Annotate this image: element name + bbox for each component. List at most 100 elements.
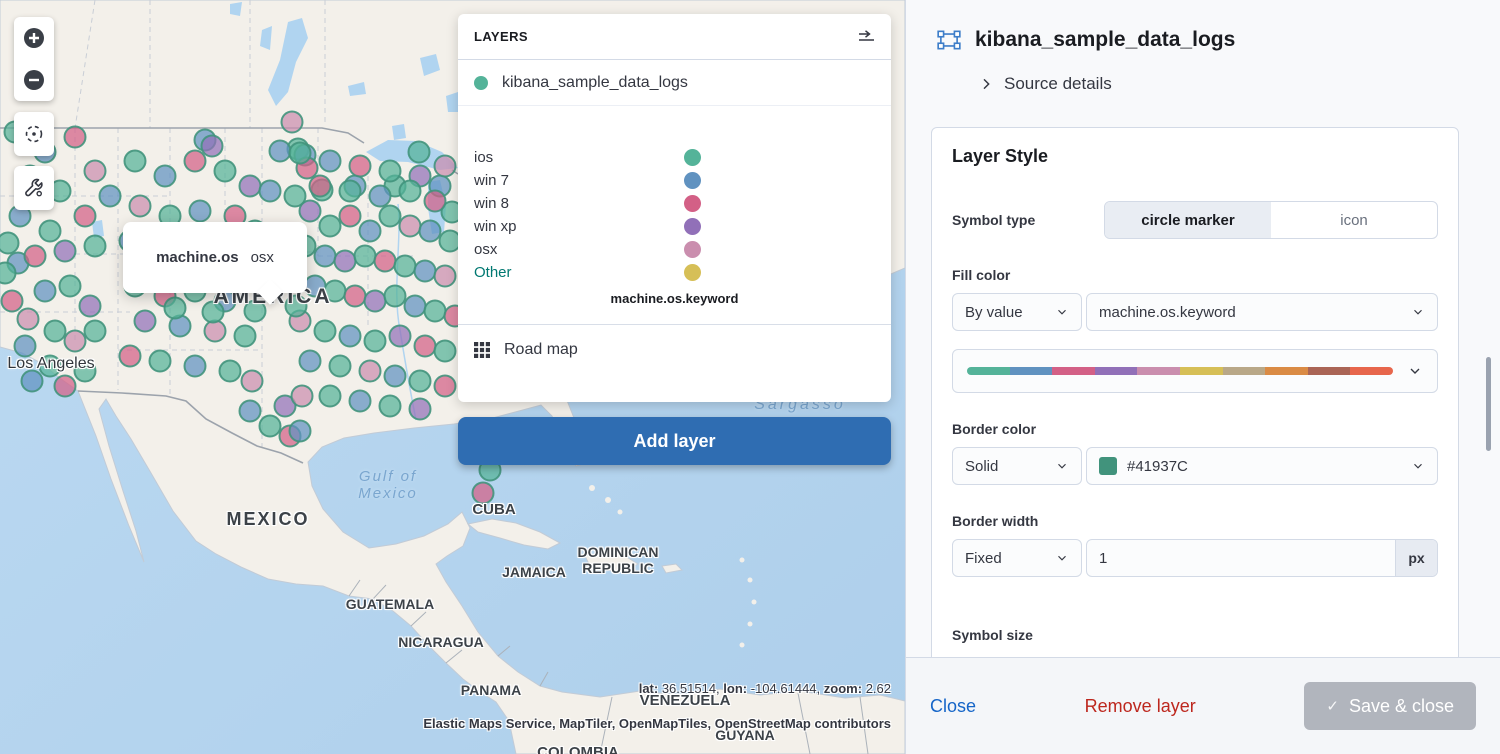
map-point[interactable] [65,331,86,352]
close-link[interactable]: Close [930,696,976,717]
map-point[interactable] [415,336,436,357]
map-point[interactable] [290,143,311,164]
layer-row-road-map[interactable]: Road map [458,325,891,375]
map-point[interactable] [380,396,401,417]
map-point[interactable] [400,216,421,237]
map-point[interactable] [75,206,96,227]
map-point[interactable] [435,156,456,177]
map-point[interactable] [35,281,56,302]
map-point[interactable] [270,141,291,162]
map-point[interactable] [380,161,401,182]
map-point[interactable] [410,371,431,392]
legend-item-label[interactable]: Other [474,264,512,281]
map-point[interactable] [370,186,391,207]
map-point[interactable] [395,256,416,277]
map-point[interactable] [240,401,261,422]
map-point[interactable] [355,246,376,267]
map-point[interactable] [235,326,256,347]
map-point[interactable] [380,206,401,227]
map-point[interactable] [60,276,81,297]
border-color-mode-select[interactable]: Solid [952,447,1082,485]
map-point[interactable] [315,246,336,267]
map-point[interactable] [385,366,406,387]
map-point[interactable] [375,251,396,272]
map-point[interactable] [409,142,430,163]
map-point[interactable] [320,151,341,172]
map-point[interactable] [365,291,386,312]
map-point[interactable] [350,156,371,177]
map-point[interactable] [345,286,366,307]
map-point[interactable] [330,356,351,377]
map-point[interactable] [435,341,456,362]
map-point[interactable] [300,351,321,372]
add-layer-button[interactable]: Add layer [458,417,891,465]
map-point[interactable] [385,286,406,307]
map-point[interactable] [365,331,386,352]
map-point[interactable] [360,221,381,242]
map-point[interactable] [15,336,36,357]
set-view-button[interactable] [14,112,54,156]
map-point[interactable] [85,321,106,342]
panel-scrollbar-thumb[interactable] [1486,357,1491,451]
map-point[interactable] [290,421,311,442]
map-point[interactable] [435,266,456,287]
border-color-picker[interactable]: #41937C [1086,447,1438,485]
border-width-mode-select[interactable]: Fixed [952,539,1082,577]
map-point[interactable] [18,309,39,330]
map-point[interactable] [80,296,101,317]
map-point[interactable] [292,386,313,407]
map-point[interactable] [340,181,361,202]
map-point[interactable] [282,112,303,133]
map-point[interactable] [350,391,371,412]
map-point[interactable] [100,186,121,207]
map-point[interactable] [2,291,23,312]
map-point[interactable] [360,361,381,382]
map-point[interactable] [335,251,356,272]
map-point[interactable] [155,166,176,187]
map-point[interactable] [410,399,431,420]
map-point[interactable] [205,321,226,342]
map-point[interactable] [315,321,336,342]
layer-row-kibana-sample-data-logs[interactable]: kibana_sample_data_logs [458,60,891,106]
map-point[interactable] [420,221,441,242]
map-point[interactable] [190,201,211,222]
map-point[interactable] [340,206,361,227]
map-point[interactable] [150,351,171,372]
map-point[interactable] [85,161,106,182]
map-point[interactable] [125,151,146,172]
map-point[interactable] [320,386,341,407]
map-point[interactable] [220,361,241,382]
map-point[interactable] [415,261,436,282]
map-point[interactable] [45,321,66,342]
source-details-accordion[interactable]: Source details [978,74,1112,94]
fill-color-mode-select[interactable]: By value [952,293,1082,331]
map-point[interactable] [340,326,361,347]
map-point[interactable] [242,371,263,392]
map-canvas[interactable]: Los Angeles AMERICA MEXICO Gulf of Mexic… [0,0,905,754]
map-point[interactable] [25,246,46,267]
map-point[interactable] [310,176,331,197]
map-point[interactable] [240,176,261,197]
map-point[interactable] [202,136,223,157]
map-point[interactable] [425,191,446,212]
save-and-close-button[interactable]: ✓ Save & close [1304,682,1476,730]
symbol-type-icon[interactable]: icon [1271,202,1437,238]
map-point[interactable] [55,376,76,397]
map-point[interactable] [165,298,186,319]
map-point[interactable] [320,216,341,237]
map-point[interactable] [130,196,151,217]
symbol-type-circle-marker[interactable]: circle marker [1105,202,1271,238]
map-point[interactable] [0,233,19,254]
collapse-panel-icon[interactable] [858,30,875,44]
map-point[interactable] [260,416,281,437]
map-point[interactable] [185,151,206,172]
map-point[interactable] [215,161,236,182]
map-point[interactable] [425,301,446,322]
map-point[interactable] [285,186,306,207]
map-point[interactable] [435,376,456,397]
map-point[interactable] [0,263,16,284]
map-point[interactable] [260,181,281,202]
color-palette-select[interactable] [952,349,1438,393]
border-width-input[interactable] [1087,540,1395,576]
map-point[interactable] [405,296,426,317]
